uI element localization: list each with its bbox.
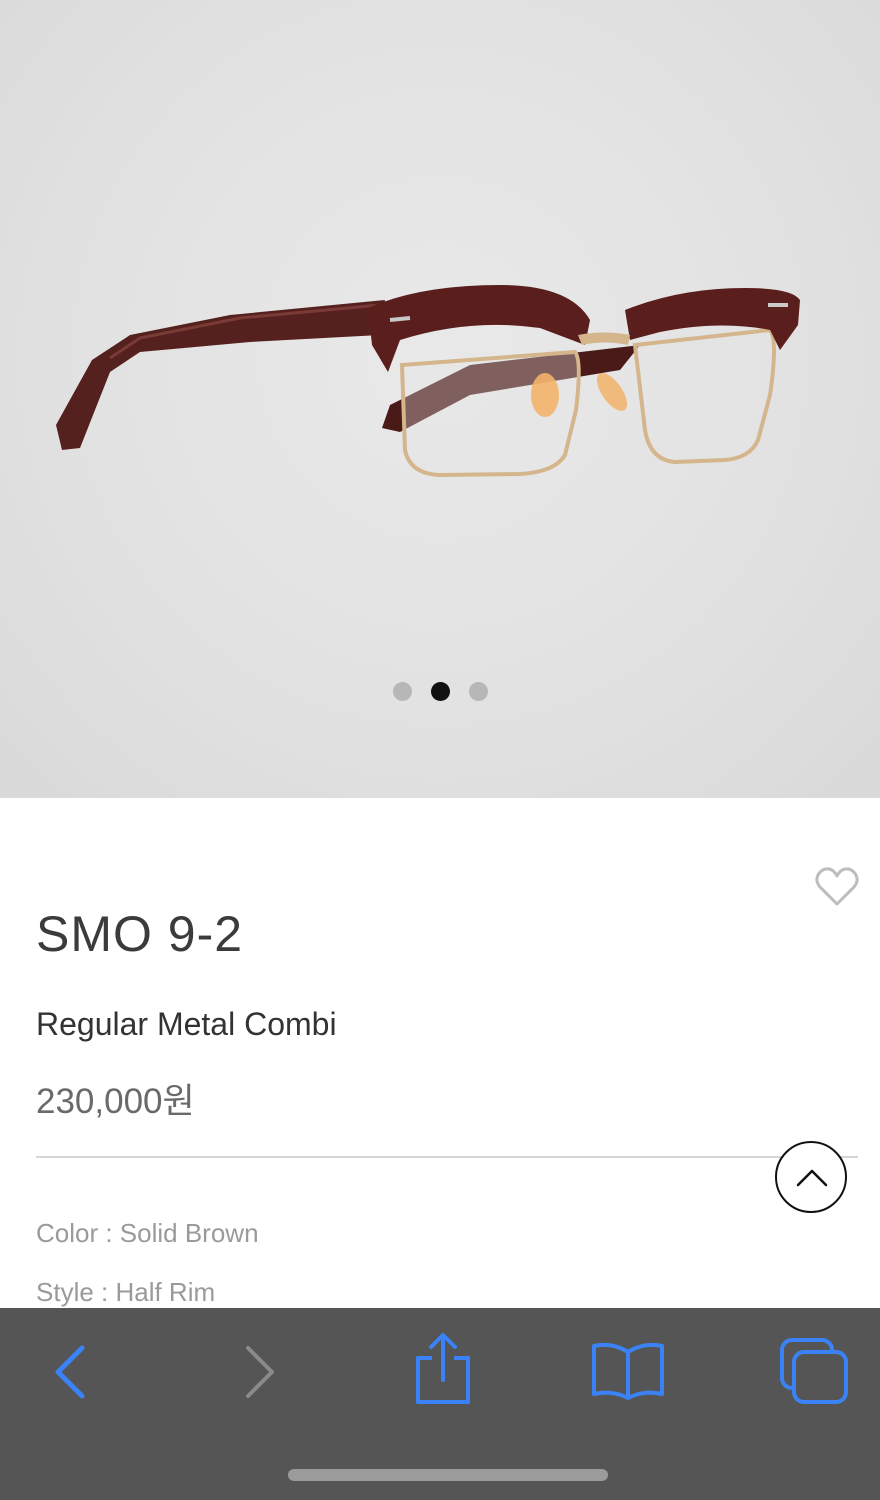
product-image <box>56 285 800 478</box>
carousel-dot-2-active[interactable] <box>430 682 450 701</box>
carousel-pagination <box>0 682 880 704</box>
chevron-left-icon <box>55 1345 85 1399</box>
divider <box>36 1156 858 1158</box>
chevron-up-icon <box>796 1169 828 1187</box>
book-icon <box>592 1342 664 1400</box>
share-icon <box>416 1333 470 1404</box>
product-title: SMO 9-2 <box>36 906 244 962</box>
home-indicator <box>288 1469 608 1481</box>
carousel-dot-1[interactable] <box>392 682 412 701</box>
back-button[interactable] <box>50 1342 90 1407</box>
carousel-dot-3[interactable] <box>468 682 488 701</box>
chevron-right-icon <box>246 1346 274 1398</box>
tabs-icon <box>780 1338 848 1404</box>
product-image-carousel[interactable] <box>0 0 880 798</box>
product-subtitle: Regular Metal Combi <box>36 1006 337 1042</box>
product-style-detail: Style : Half Rim <box>36 1277 216 1307</box>
forward-button[interactable] <box>240 1342 280 1407</box>
heart-icon <box>815 867 859 906</box>
share-button[interactable] <box>410 1332 476 1411</box>
product-price: 230,000원 <box>36 1082 195 1121</box>
bookmarks-button[interactable] <box>590 1340 666 1405</box>
product-color-detail: Color : Solid Brown <box>36 1218 259 1248</box>
wishlist-button[interactable] <box>814 866 860 908</box>
tabs-button[interactable] <box>778 1336 850 1411</box>
scroll-to-top-button[interactable] <box>775 1141 847 1213</box>
